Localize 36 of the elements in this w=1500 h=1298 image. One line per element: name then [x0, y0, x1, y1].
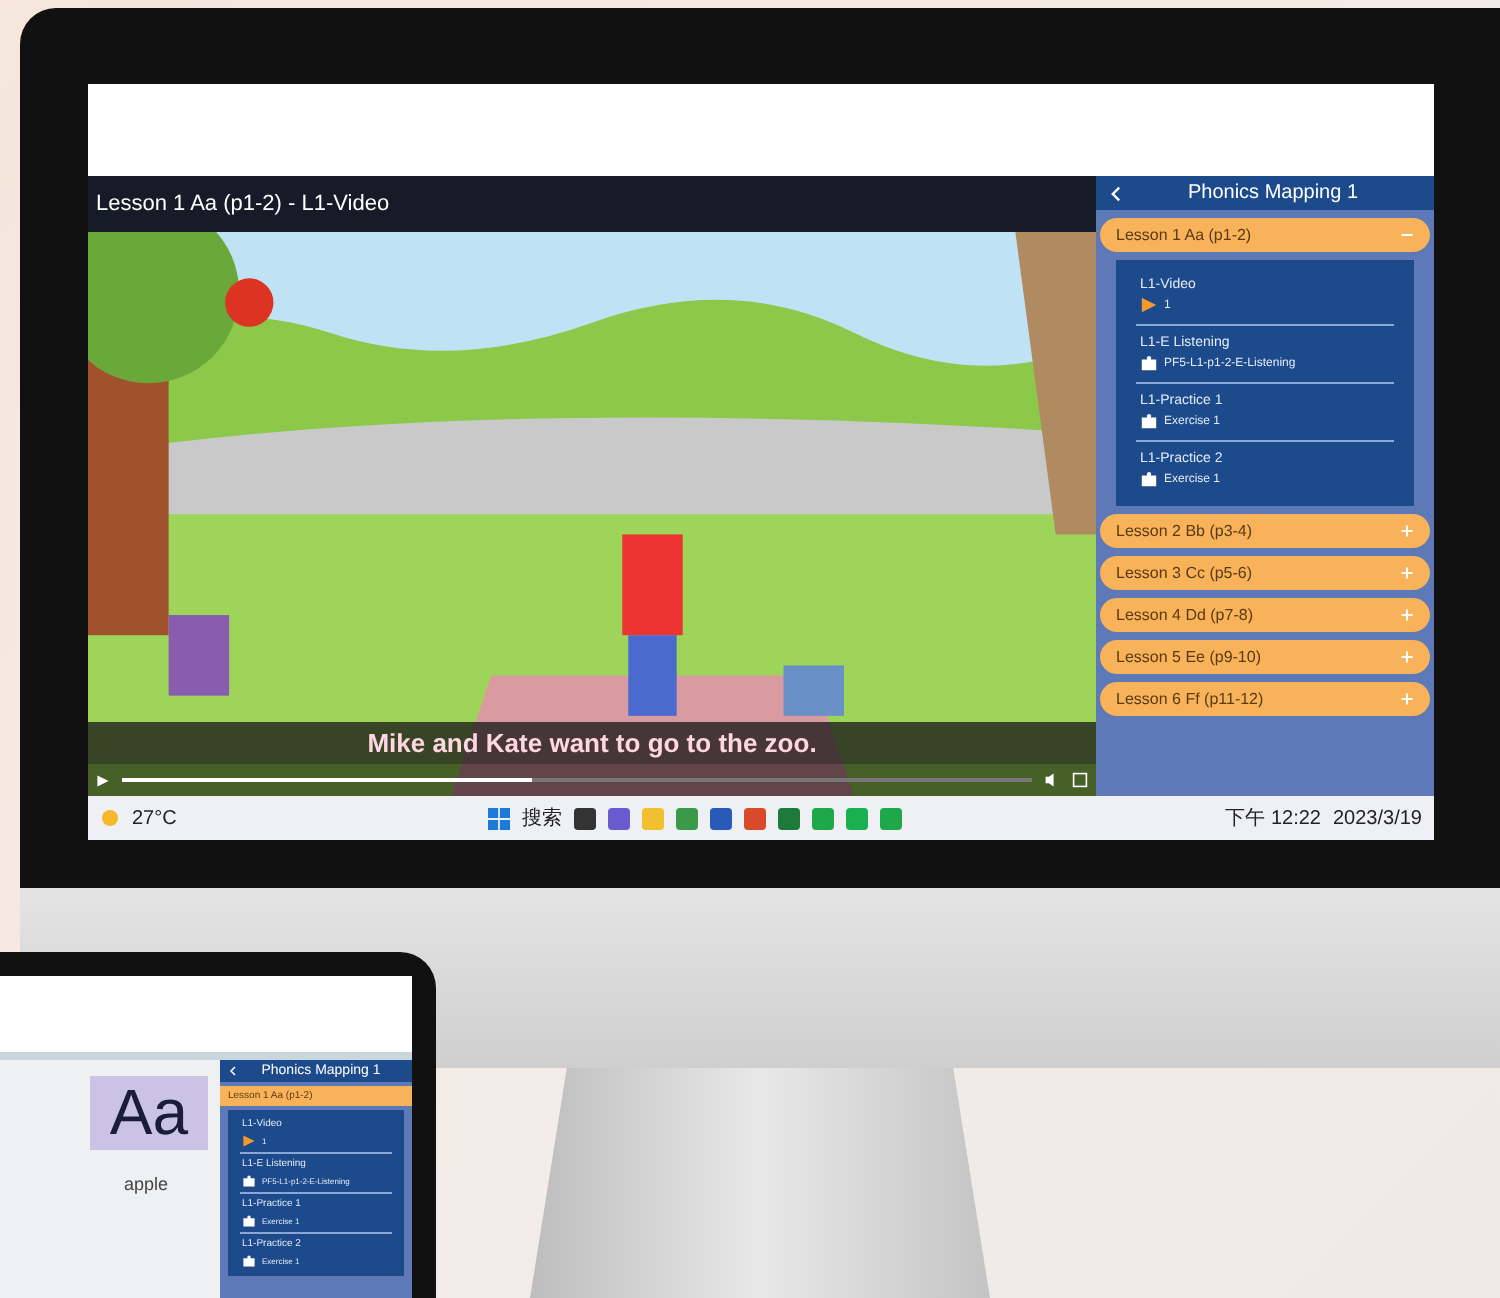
lesson-accordion[interactable]: Lesson 6 Ff (p11-12)	[1100, 682, 1430, 716]
sun-icon	[100, 808, 120, 828]
lesson-accordion[interactable]: Lesson 2 Bb (p3-4)	[1100, 514, 1430, 548]
sidebar-title: Phonics Mapping 1	[1185, 182, 1361, 204]
play-icon	[242, 1134, 256, 1148]
lesson-accordion[interactable]: Lesson 3 Cc (p5-6)	[1100, 556, 1430, 590]
taskbar-search[interactable]: 搜索	[522, 804, 563, 832]
play-icon	[1140, 296, 1158, 314]
lesson-accordion[interactable]: Lesson 4 Dd (p7-8)	[1100, 598, 1430, 632]
plus-icon	[1400, 566, 1414, 580]
puzzle-icon	[242, 1254, 256, 1268]
word-label: apple	[123, 1174, 168, 1194]
weather-text: 27°C	[132, 807, 177, 829]
minus-icon	[1400, 228, 1414, 242]
plus-icon	[1400, 524, 1414, 538]
back-icon[interactable]	[1108, 185, 1124, 201]
plus-icon	[1400, 650, 1414, 664]
video-title: Lesson 1 Aa (p1-2) - L1-Video	[96, 191, 390, 216]
fullscreen-icon[interactable]	[1072, 772, 1088, 788]
puzzle-icon	[1140, 412, 1158, 430]
lesson-accordion[interactable]: Lesson 1 Aa (p1-2)	[1100, 218, 1430, 252]
puzzle-icon	[242, 1174, 256, 1188]
puzzle-icon	[1140, 354, 1158, 372]
lesson-accordion[interactable]: Lesson 5 Ee (p9-10)	[1100, 640, 1430, 674]
plus-icon	[1400, 692, 1414, 706]
back-icon[interactable]	[228, 1066, 238, 1076]
plus-icon	[1400, 608, 1414, 622]
clock-time: 下午 12:22	[1225, 806, 1321, 832]
play-icon[interactable]	[96, 773, 110, 787]
volume-icon[interactable]	[1044, 772, 1060, 788]
clock-date: 2023/3/19	[1333, 807, 1422, 829]
letter-card: Aa	[89, 1076, 208, 1150]
puzzle-icon	[1140, 470, 1158, 488]
puzzle-icon	[242, 1214, 256, 1228]
windows-logo-icon[interactable]	[488, 807, 511, 829]
video-subtitle: Mike and Kate want to go to the zoo.	[88, 722, 1096, 764]
